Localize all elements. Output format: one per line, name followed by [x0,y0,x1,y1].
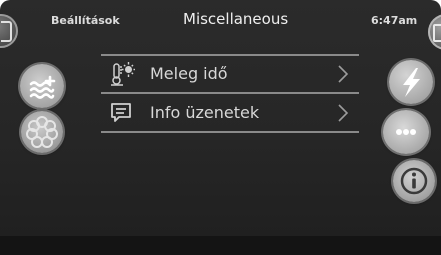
water-settings-button[interactable] [20,64,64,108]
previous-screen-button[interactable] [0,14,18,48]
chevron-right-icon [338,65,349,83]
bracket-icon [1,21,12,42]
settings-back-link[interactable]: Beállítások [51,14,120,27]
page-title: Miscellaneous [183,10,289,28]
aroma-button[interactable] [21,111,63,153]
info-icon [400,167,428,195]
menu-item-label: Info üzenetek [150,103,260,122]
more-button[interactable] [383,110,429,154]
clock-time: 6:47am [371,14,418,27]
chevron-right-icon [338,104,349,122]
power-button[interactable] [389,60,433,104]
bracket-icon [433,24,441,42]
more-dots-icon [396,129,416,135]
menu-item-info-uzenetek[interactable]: Info üzenetek [101,95,359,131]
menu-item-meleg-ido[interactable]: Meleg idő [101,56,359,92]
divider [101,92,359,94]
bottom-bar [0,236,441,255]
menu-item-label: Meleg idő [150,64,228,83]
flower-icon [26,116,58,148]
next-screen-button[interactable] [428,14,441,50]
message-icon [111,103,131,122]
divider [101,131,359,133]
water-waves-plus-icon [29,75,56,99]
info-button[interactable] [393,160,435,202]
thermometer-sun-icon [111,62,135,86]
device-screen: Beállítások Miscellaneous 6:47am Meleg i… [0,0,441,255]
lightning-icon [403,68,420,97]
